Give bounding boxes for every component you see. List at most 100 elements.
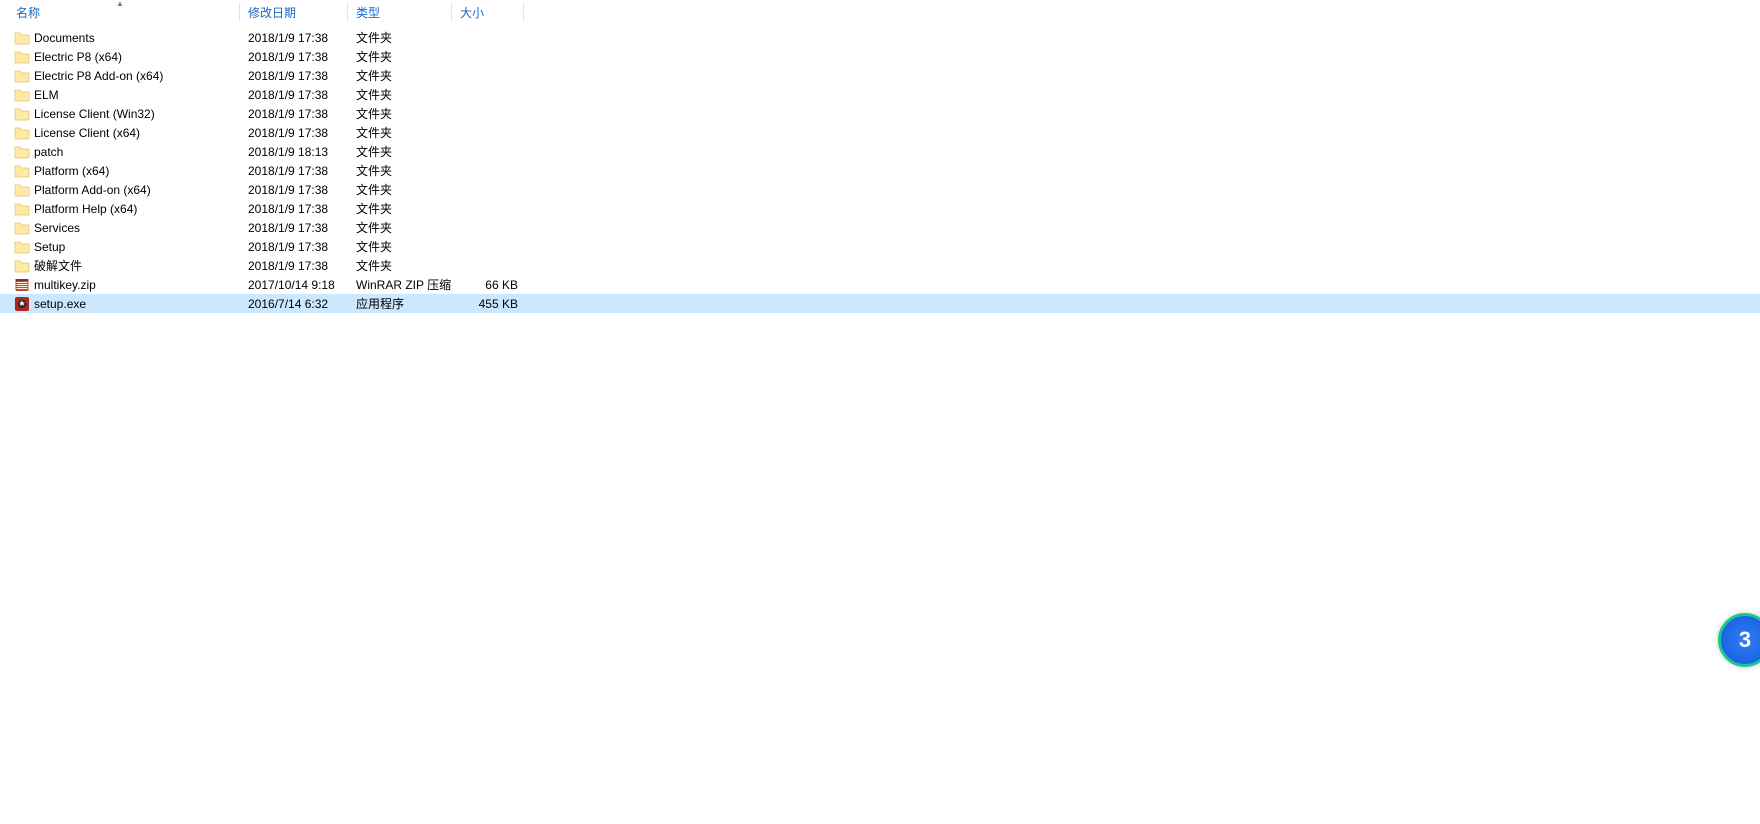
file-size-cell [452, 199, 524, 218]
column-header-date[interactable]: 修改日期 [240, 0, 348, 24]
file-name-cell[interactable]: 破解文件 [0, 256, 240, 275]
file-name-label: setup.exe [34, 297, 86, 311]
column-header-type-label: 类型 [356, 4, 380, 21]
file-type-cell: 文件夹 [348, 218, 452, 237]
file-row[interactable]: Documents2018/1/9 17:38文件夹 [0, 28, 1760, 47]
file-size-cell [452, 237, 524, 256]
file-type-cell: 文件夹 [348, 142, 452, 161]
folder-icon [14, 201, 30, 217]
file-row[interactable]: Electric P8 Add-on (x64)2018/1/9 17:38文件… [0, 66, 1760, 85]
file-list[interactable]: Documents2018/1/9 17:38文件夹Electric P8 (x… [0, 24, 1760, 313]
file-row[interactable]: multikey.zip2017/10/14 9:18WinRAR ZIP 压缩… [0, 275, 1760, 294]
file-date-cell: 2018/1/9 17:38 [240, 237, 348, 256]
file-date-cell: 2016/7/14 6:32 [240, 294, 348, 313]
file-date-cell: 2018/1/9 17:38 [240, 123, 348, 142]
file-type-cell: 文件夹 [348, 237, 452, 256]
folder-icon [14, 144, 30, 160]
file-date-cell: 2018/1/9 17:38 [240, 66, 348, 85]
file-row[interactable]: ELM2018/1/9 17:38文件夹 [0, 85, 1760, 104]
file-size-cell: 455 KB [452, 294, 524, 313]
file-name-cell[interactable]: patch [0, 142, 240, 161]
zip-icon [14, 277, 30, 293]
file-row[interactable]: setup.exe 2016/7/14 6:32应用程序455 KB [0, 294, 1760, 313]
column-header-date-label: 修改日期 [248, 4, 296, 21]
folder-icon [14, 30, 30, 46]
file-name-label: License Client (Win32) [34, 107, 155, 121]
column-header-size-label: 大小 [460, 4, 484, 21]
file-name-label: patch [34, 145, 63, 159]
file-date-cell: 2018/1/9 17:38 [240, 256, 348, 275]
file-type-cell: 文件夹 [348, 28, 452, 47]
file-name-cell[interactable]: Platform (x64) [0, 161, 240, 180]
sort-asc-icon: ▲ [116, 0, 124, 8]
file-row[interactable]: 破解文件2018/1/9 17:38文件夹 [0, 256, 1760, 275]
folder-icon [14, 68, 30, 84]
folder-icon [14, 106, 30, 122]
file-name-cell[interactable]: setup.exe [0, 294, 240, 313]
file-type-cell: 文件夹 [348, 199, 452, 218]
file-type-cell: 文件夹 [348, 47, 452, 66]
file-date-cell: 2018/1/9 17:38 [240, 47, 348, 66]
file-name-cell[interactable]: Electric P8 Add-on (x64) [0, 66, 240, 85]
file-type-cell: 文件夹 [348, 85, 452, 104]
folder-icon [14, 182, 30, 198]
floating-badge[interactable]: 3 [1718, 613, 1760, 667]
folder-icon [14, 125, 30, 141]
file-date-cell: 2018/1/9 17:38 [240, 85, 348, 104]
file-name-label: Documents [34, 31, 95, 45]
file-name-cell[interactable]: License Client (Win32) [0, 104, 240, 123]
file-date-cell: 2018/1/9 17:38 [240, 199, 348, 218]
folder-icon [14, 49, 30, 65]
folder-icon [14, 163, 30, 179]
file-name-label: Platform Help (x64) [34, 202, 137, 216]
file-name-cell[interactable]: Services [0, 218, 240, 237]
file-row[interactable]: Platform (x64)2018/1/9 17:38文件夹 [0, 161, 1760, 180]
file-date-cell: 2018/1/9 17:38 [240, 104, 348, 123]
file-size-cell [452, 218, 524, 237]
file-date-cell: 2018/1/9 17:38 [240, 180, 348, 199]
file-date-cell: 2018/1/9 17:38 [240, 218, 348, 237]
file-row[interactable]: License Client (x64)2018/1/9 17:38文件夹 [0, 123, 1760, 142]
file-row[interactable]: License Client (Win32) 2018/1/9 17:38文件夹 [0, 104, 1760, 123]
column-header-spacer [524, 0, 1760, 24]
file-size-cell [452, 28, 524, 47]
file-row[interactable]: Platform Help (x64) 2018/1/9 17:38文件夹 [0, 199, 1760, 218]
file-row[interactable]: Setup2018/1/9 17:38文件夹 [0, 237, 1760, 256]
file-name-label: Electric P8 (x64) [34, 50, 122, 64]
file-name-cell[interactable]: ELM [0, 85, 240, 104]
column-header-type[interactable]: 类型 [348, 0, 452, 24]
file-row[interactable]: Platform Add-on (x64) 2018/1/9 17:38文件夹 [0, 180, 1760, 199]
file-row[interactable]: patch2018/1/9 18:13文件夹 [0, 142, 1760, 161]
file-date-cell: 2017/10/14 9:18 [240, 275, 348, 294]
file-name-cell[interactable]: Documents [0, 28, 240, 47]
file-name-label: Platform (x64) [34, 164, 109, 178]
file-size-cell [452, 66, 524, 85]
file-size-cell [452, 47, 524, 66]
file-type-cell: 文件夹 [348, 104, 452, 123]
file-type-cell: 文件夹 [348, 180, 452, 199]
file-name-cell[interactable]: multikey.zip [0, 275, 240, 294]
file-name-cell[interactable]: Platform Add-on (x64) [0, 180, 240, 199]
file-size-cell [452, 85, 524, 104]
file-size-cell: 66 KB [452, 275, 524, 294]
file-row[interactable]: Services 2018/1/9 17:38文件夹 [0, 218, 1760, 237]
file-type-cell: 文件夹 [348, 123, 452, 142]
file-name-label: Platform Add-on (x64) [34, 183, 151, 197]
file-name-cell[interactable]: Electric P8 (x64) [0, 47, 240, 66]
file-size-cell [452, 180, 524, 199]
file-name-label: Services [34, 221, 80, 235]
file-name-cell[interactable]: Setup [0, 237, 240, 256]
file-type-cell: 应用程序 [348, 294, 452, 313]
file-name-cell[interactable]: Platform Help (x64) [0, 199, 240, 218]
file-size-cell [452, 104, 524, 123]
file-row[interactable]: Electric P8 (x64) 2018/1/9 17:38文件夹 [0, 47, 1760, 66]
file-type-cell: 文件夹 [348, 256, 452, 275]
file-name-cell[interactable]: License Client (x64) [0, 123, 240, 142]
file-size-cell [452, 161, 524, 180]
column-header-name[interactable]: ▲ 名称 [0, 0, 240, 24]
file-size-cell [452, 142, 524, 161]
file-type-cell: WinRAR ZIP 压缩... [348, 275, 452, 294]
column-header-size[interactable]: 大小 [452, 0, 524, 24]
file-size-cell [452, 123, 524, 142]
folder-icon [14, 258, 30, 274]
